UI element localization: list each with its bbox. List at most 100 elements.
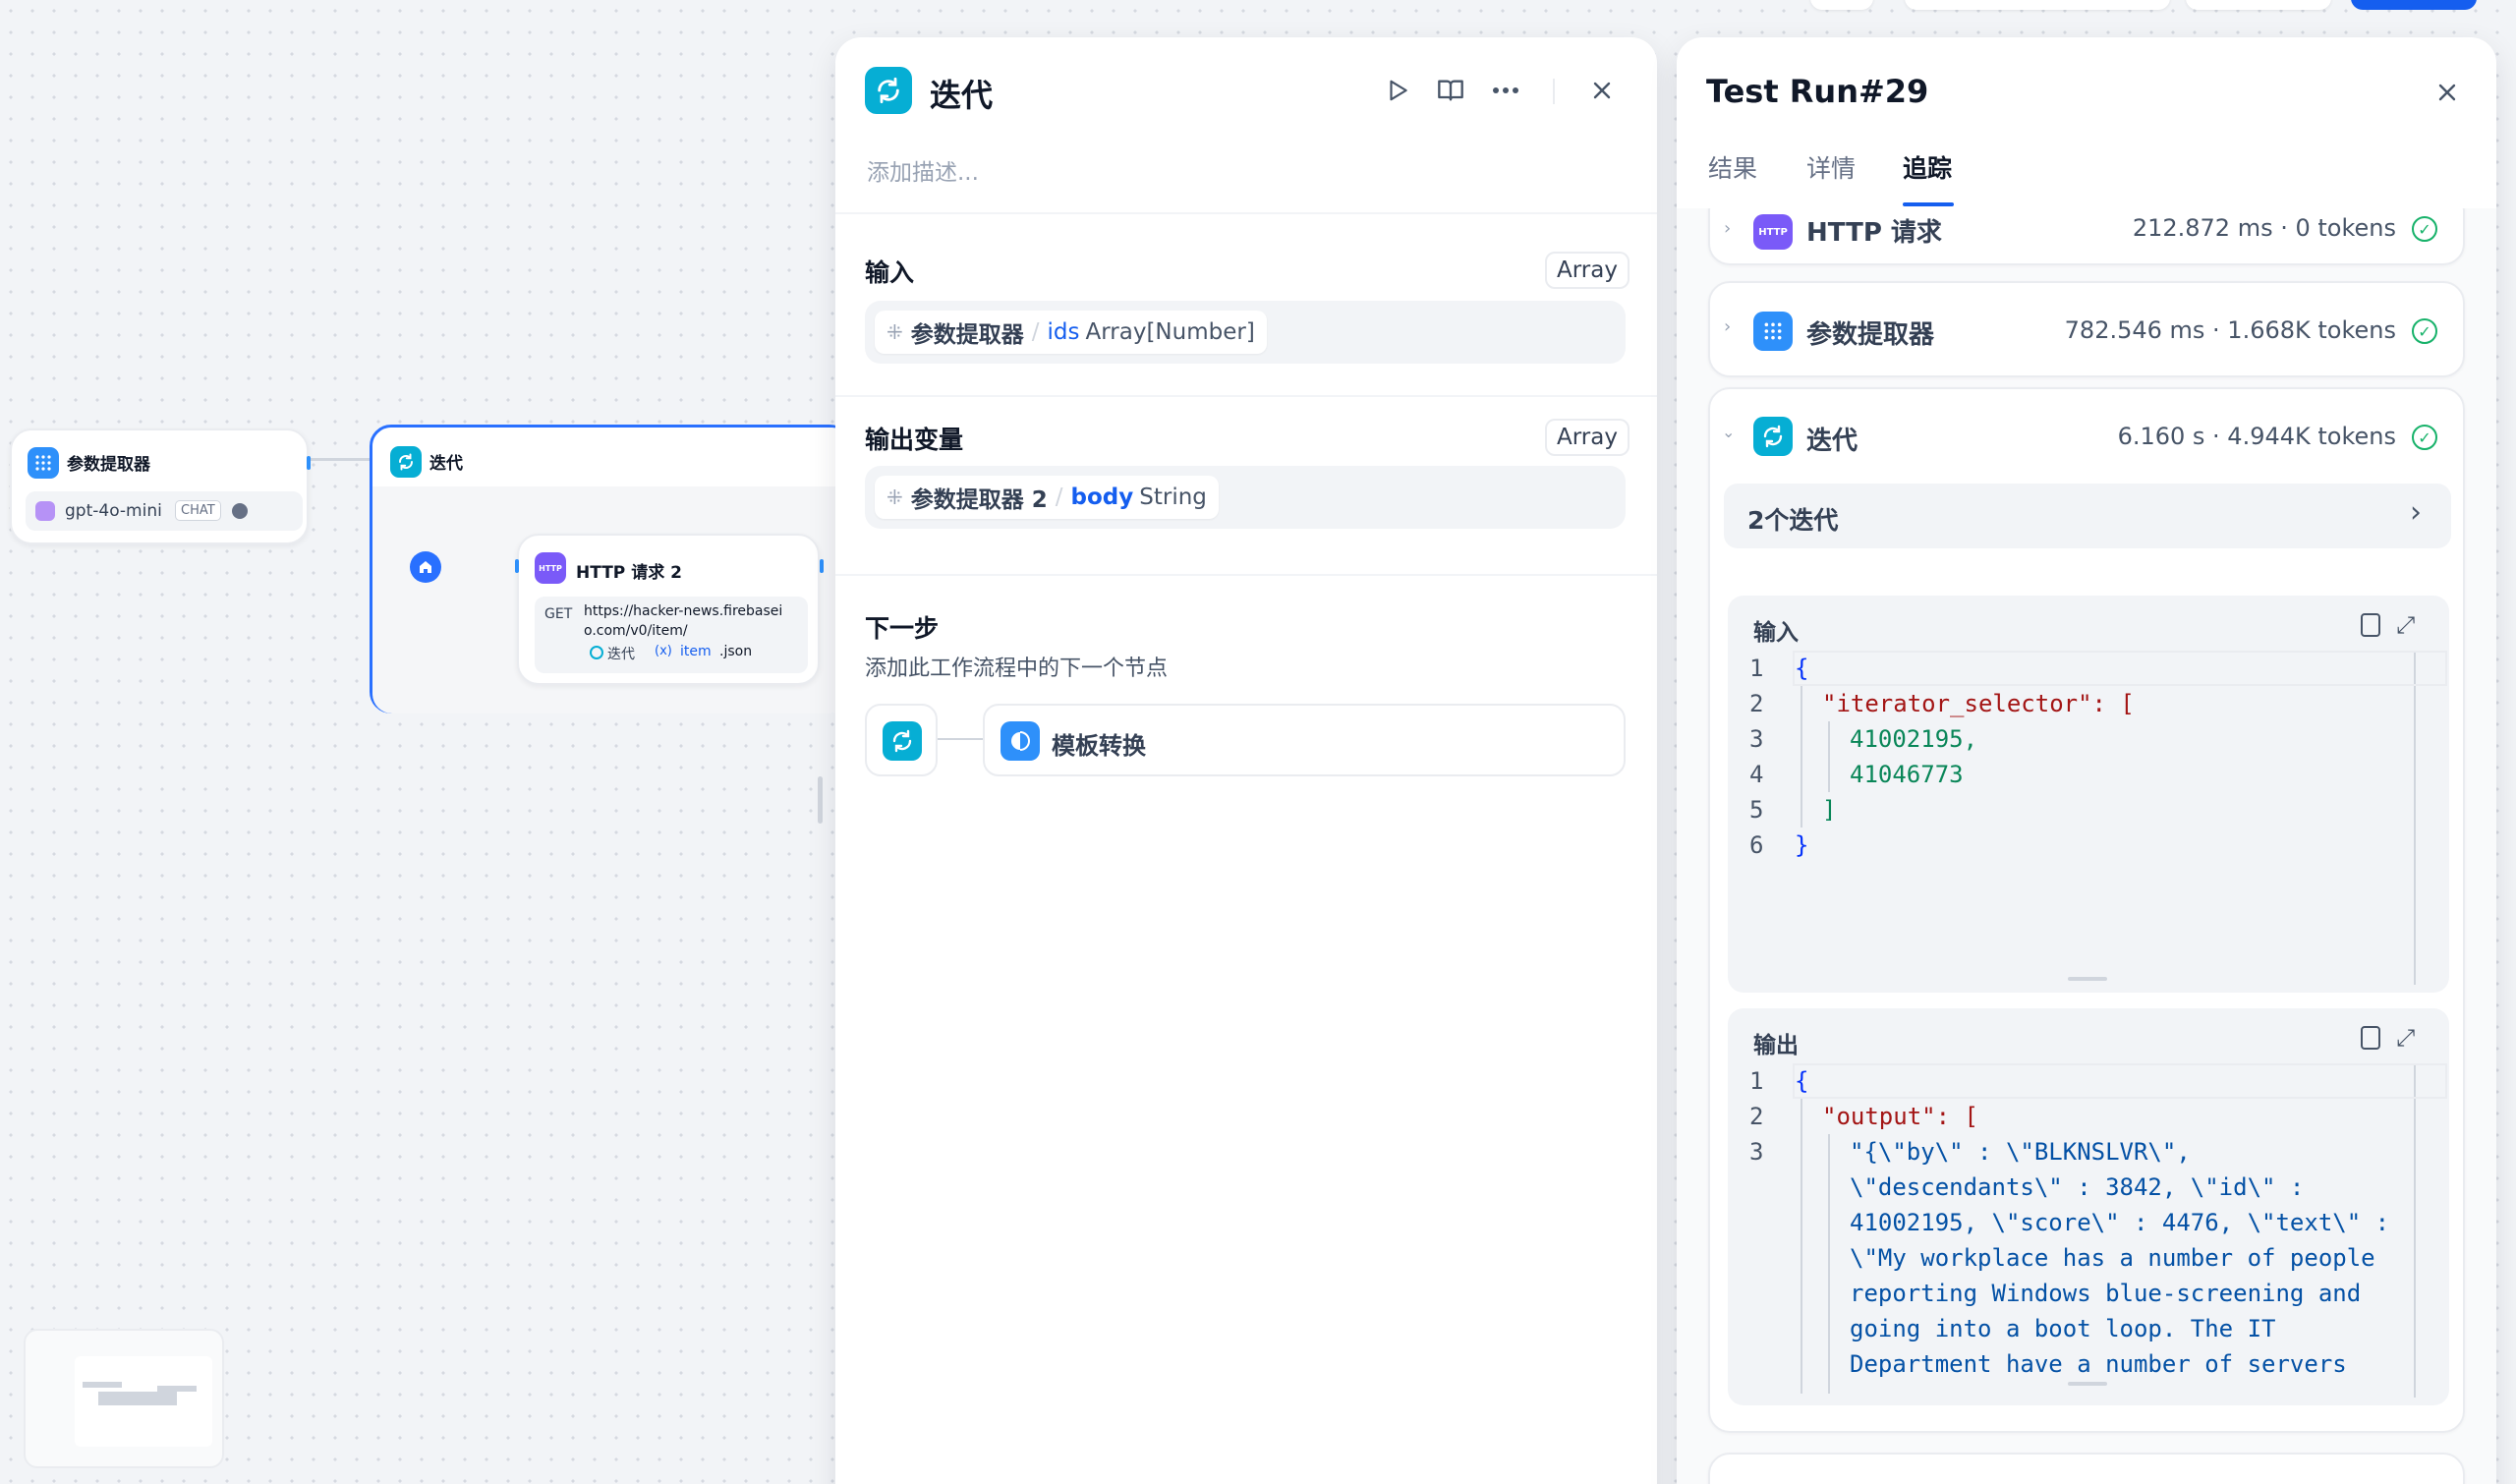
more-button[interactable]	[1482, 67, 1529, 114]
expand-icon[interactable]: ⤢	[2396, 1024, 2415, 1052]
panel-resize-handle[interactable]	[818, 776, 823, 824]
input-code-box[interactable]: 输入 ⤢ 1 { 2 "iterator_selector": [ 3 4100…	[1728, 596, 2449, 993]
trace-meta: 782.546 ms · 1.668K tokens	[2064, 316, 2396, 344]
help-doc-button[interactable]	[1427, 67, 1474, 114]
trace-card-param[interactable]: › 参数提取器 782.546 ms · 1.668K tokens ✓	[1708, 281, 2465, 377]
iteration-node-title: 迭代	[429, 454, 463, 474]
node-config-panel: 迭代 添加描述... 输入 Array ⁜ 参数提取器 / ids Array[…	[835, 37, 1657, 1484]
chevron-right-icon: ›	[2410, 495, 2422, 530]
model-badge: CHAT	[175, 500, 221, 521]
iterations-label: 2个迭代	[1747, 506, 1839, 535]
output-variable-box[interactable]: ⁜ 参数提取器 2 / body String	[865, 466, 1626, 529]
input-variable-box[interactable]: ⁜ 参数提取器 / ids Array[Number]	[865, 301, 1626, 364]
next-step-title: 下一步	[865, 614, 940, 643]
code-line: ]	[1822, 796, 1837, 824]
tab-detail[interactable]: 详情	[1806, 149, 1856, 185]
output-var-name: body	[1070, 485, 1134, 510]
line-number: 5	[1749, 796, 1764, 824]
http-icon: HTTP	[1753, 214, 1793, 250]
code-line: \"descendants\" : 3842, \"id\" :	[1850, 1173, 2305, 1201]
tab-result[interactable]: 结果	[1708, 149, 1757, 185]
input-handle[interactable]	[515, 559, 519, 573]
close-icon	[2438, 84, 2456, 101]
next-step-subtitle: 添加此工作流程中的下一个节点	[865, 656, 1169, 681]
http-var-suffix: .json	[719, 644, 753, 659]
close-panel-button[interactable]	[1578, 67, 1626, 114]
line-number: 2	[1749, 1103, 1764, 1130]
copy-icon[interactable]	[2361, 1026, 2380, 1050]
workflow-canvas[interactable]: 参数提取器 gpt-4o-mini CHAT 迭代 HTTP HTTP 请求 2…	[0, 0, 851, 1484]
resize-handle[interactable]	[2068, 977, 2107, 981]
iteration-start-node[interactable]	[410, 551, 441, 583]
trace-title: HTTP 请求	[1806, 218, 1942, 248]
code-line: 41002195,	[1850, 725, 1978, 753]
model-chip[interactable]: gpt-4o-mini CHAT	[26, 491, 303, 531]
input-var-node: 参数提取器	[910, 322, 1024, 348]
eye-icon[interactable]	[232, 503, 248, 519]
trace-list[interactable]: › HTTP HTTP 请求 212.872 ms · 0 tokens ✓ ›…	[1677, 37, 2496, 1484]
tab-tracing[interactable]: 追踪	[1903, 149, 1952, 185]
output-handle[interactable]	[307, 456, 311, 470]
code-line: }	[1795, 831, 1809, 859]
header-button[interactable]	[1905, 0, 2170, 10]
variable-icon: (x)	[655, 644, 672, 658]
openai-icon	[35, 501, 55, 521]
param-node-title: 参数提取器	[67, 455, 150, 475]
input-code-lines: 1 { 2 "iterator_selector": [ 3 41002195,…	[1728, 651, 2414, 985]
next-step-connector	[938, 738, 985, 740]
output-handle[interactable]	[820, 559, 824, 573]
code-line: {	[1795, 655, 1809, 682]
close-run-panel-button[interactable]	[2424, 69, 2471, 116]
trace-card-iteration[interactable]: ⌄ 迭代 6.160 s · 4.944K tokens ✓ 2个迭代 › 输入…	[1708, 387, 2465, 1433]
http-node-title: HTTP 请求 2	[576, 563, 682, 583]
minimap-node	[157, 1386, 197, 1392]
header-icon-button[interactable]	[1810, 0, 1873, 10]
template-icon	[1001, 721, 1040, 761]
header-button[interactable]	[2186, 0, 2331, 10]
expand-icon[interactable]: ⤢	[2396, 611, 2415, 639]
output-code-title: 输出	[1753, 1033, 1799, 1058]
trace-card-next[interactable]	[1708, 1453, 2465, 1484]
copy-icon[interactable]	[2361, 613, 2380, 637]
tab-active-indicator	[1903, 202, 1954, 206]
line-number: 6	[1749, 831, 1764, 859]
output-section-title: 输出变量	[865, 426, 964, 454]
line-number: 3	[1749, 1138, 1764, 1166]
param-extractor-node[interactable]: 参数提取器 gpt-4o-mini CHAT	[10, 428, 311, 544]
output-code-box[interactable]: 输出 ⤢ 1 { 2 "output": [ 3 "{\"by\" : \"BL…	[1728, 1008, 2449, 1405]
chevron-right-icon: ›	[1724, 316, 1732, 337]
http-var-name: item	[680, 644, 712, 659]
model-name: gpt-4o-mini	[65, 501, 162, 521]
run-step-button[interactable]	[1374, 67, 1421, 114]
minimap[interactable]	[24, 1329, 224, 1468]
http-url-line2: o.com/v0/item/	[584, 623, 688, 639]
code-line: "{\"by\" : \"BLKNSLVR\",	[1850, 1138, 2191, 1166]
line-number: 1	[1749, 1067, 1764, 1095]
edge-param-to-iteration	[308, 458, 371, 461]
chevron-down-icon: ⌄	[1722, 423, 1736, 441]
input-type-badge: Array	[1545, 252, 1630, 289]
trace-meta: 6.160 s · 4.944K tokens	[2117, 423, 2396, 450]
iterations-row[interactable]: 2个迭代 ›	[1724, 484, 2451, 548]
http-request-node[interactable]: HTTP HTTP 请求 2 GET https://hacker-news.f…	[515, 534, 824, 685]
code-line: "output": [	[1822, 1103, 1978, 1130]
divider	[835, 212, 1657, 214]
book-icon	[1438, 80, 1463, 101]
trace-meta: 212.872 ms · 0 tokens	[2132, 214, 2396, 242]
grid-icon: ⁜	[886, 485, 903, 509]
output-code-lines: 1 { 2 "output": [ 3 "{\"by\" : \"BLKNSLV…	[1728, 1063, 2414, 1398]
line-number: 4	[1749, 761, 1764, 788]
code-line: 41002195, \"score\" : 4476, \"text\" :	[1850, 1209, 2390, 1236]
input-variable-chip[interactable]: ⁜ 参数提取器 / ids Array[Number]	[875, 311, 1267, 354]
output-variable-chip[interactable]: ⁜ 参数提取器 2 / body String	[875, 476, 1219, 519]
node-panel-title[interactable]: 迭代	[930, 71, 993, 116]
publish-button[interactable]	[2351, 0, 2477, 10]
trace-title: 参数提取器	[1806, 320, 1935, 350]
next-node-card[interactable]: 模板转换	[983, 704, 1626, 776]
path-separator: /	[1031, 319, 1040, 345]
trace-title: 迭代	[1806, 427, 1858, 456]
grid-icon: ⁜	[886, 320, 903, 344]
description-input[interactable]: 添加描述...	[867, 153, 979, 187]
check-circle-icon: ✓	[2412, 216, 2437, 242]
resize-handle[interactable]	[2068, 1382, 2107, 1386]
